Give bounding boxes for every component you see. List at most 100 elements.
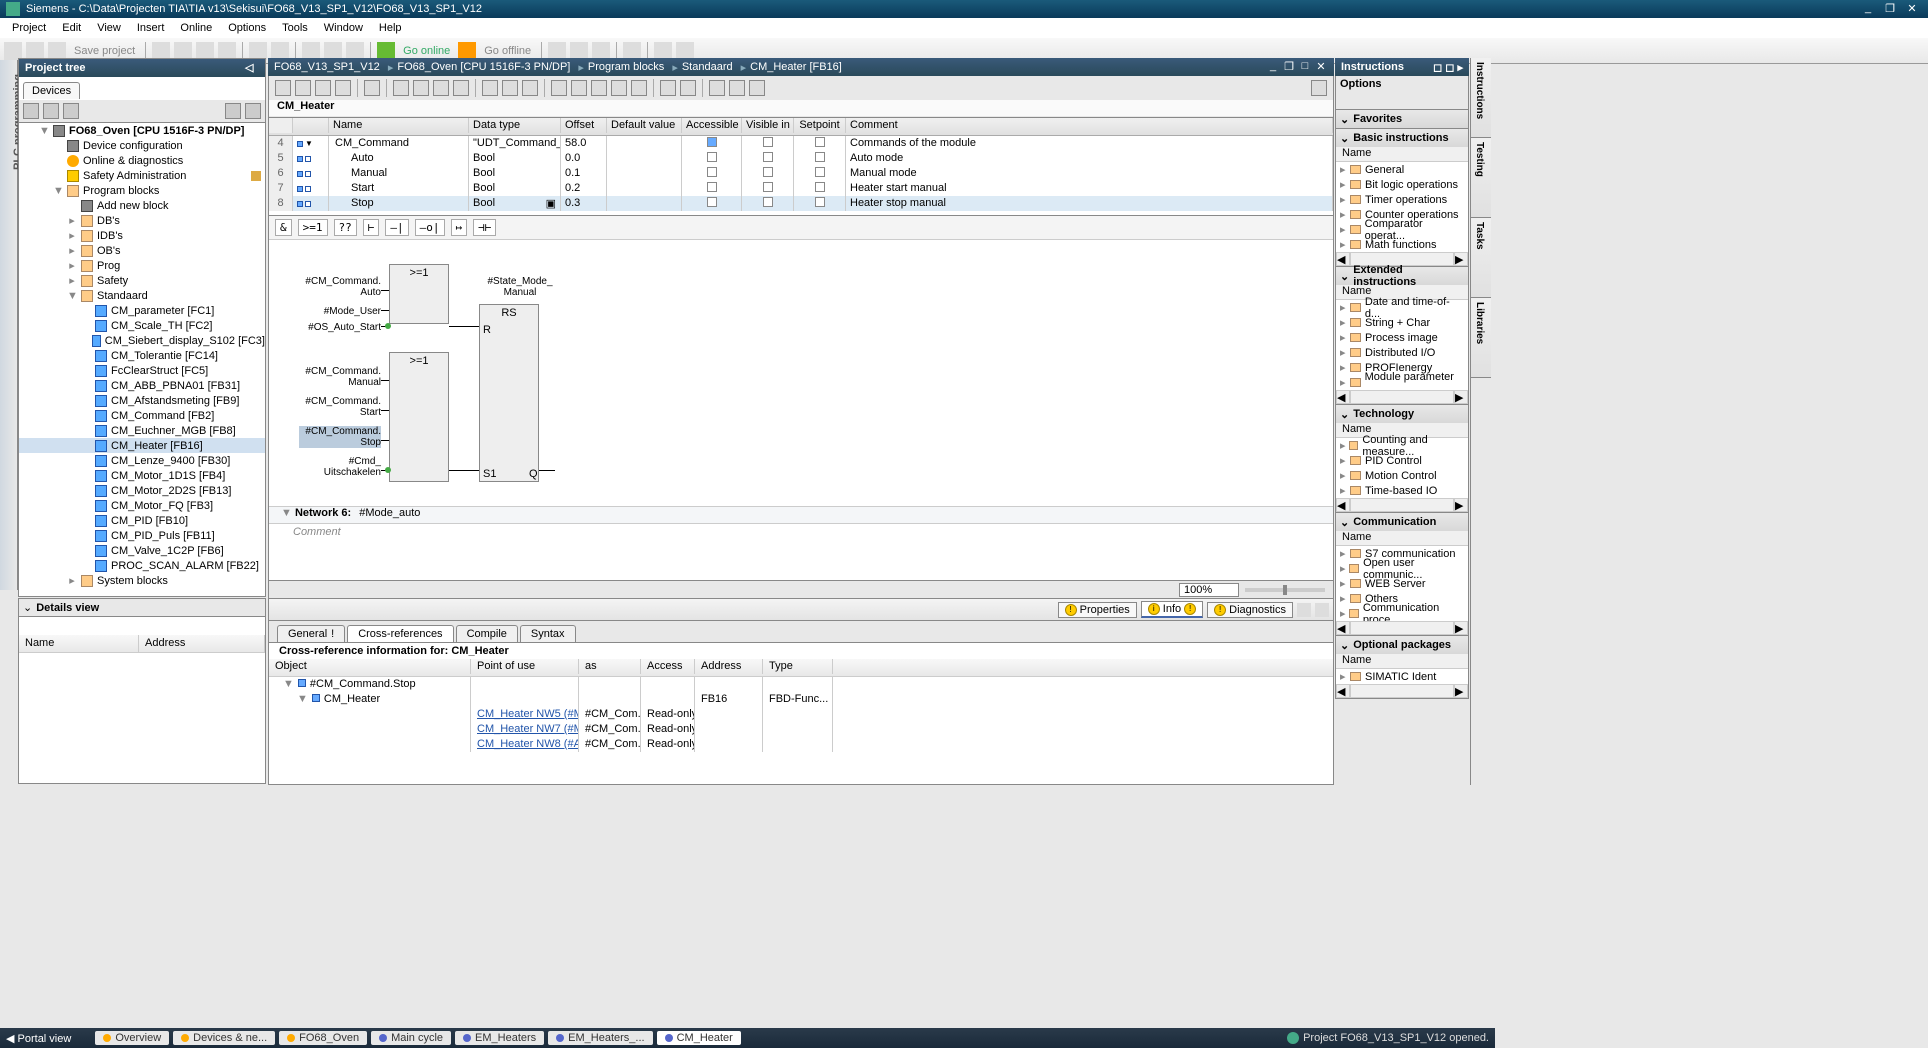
instr-section-header[interactable]: ⌄Optional packages — [1336, 636, 1468, 654]
editor-float-icon[interactable]: ❐ — [1282, 60, 1296, 74]
xref-row[interactable]: CM_Heater NW5 (#Mod...#CM_Com...Read-onl… — [269, 707, 1333, 722]
restore-button[interactable]: ❐ — [1880, 2, 1900, 16]
iface-row[interactable]: 8StopBool ▣0.3Heater stop manual — [269, 196, 1333, 211]
options-section[interactable]: Options — [1335, 76, 1469, 110]
tree-item[interactable]: CM_Scale_TH [FC2] — [19, 318, 265, 333]
properties-button[interactable]: !Properties — [1058, 602, 1137, 618]
ed-btn-8[interactable] — [433, 80, 449, 96]
sig-stop-selected[interactable]: #CM_Command. Stop — [299, 426, 381, 448]
ed-btn-21[interactable] — [729, 80, 745, 96]
menu-online[interactable]: Online — [172, 22, 220, 34]
tree-view2-icon[interactable] — [245, 103, 261, 119]
ed-btn-9[interactable] — [453, 80, 469, 96]
paste-icon[interactable] — [196, 42, 214, 60]
download-icon[interactable] — [324, 42, 342, 60]
instr-item[interactable]: ▸Timer operations — [1336, 192, 1468, 207]
status-tab[interactable]: FO68_Oven — [279, 1031, 367, 1045]
status-tab[interactable]: EM_Heaters_... — [548, 1031, 652, 1045]
tree-item[interactable]: CM_Lenze_9400 [FB30] — [19, 453, 265, 468]
sig-auto[interactable]: #CM_Command. Auto — [269, 276, 381, 298]
ed-btn-17[interactable] — [631, 80, 647, 96]
bc-3[interactable]: Standaard — [682, 61, 733, 73]
iface-row[interactable]: 6ManualBool0.1Manual mode — [269, 166, 1333, 181]
tree-item[interactable]: CM_Motor_FQ [FB3] — [19, 498, 265, 513]
zoom-slider[interactable] — [1245, 588, 1325, 592]
layout2-icon[interactable] — [676, 42, 694, 60]
cross-ref-icon[interactable] — [570, 42, 588, 60]
ed-btn-1[interactable] — [275, 80, 291, 96]
ed-btn-7[interactable] — [413, 80, 429, 96]
menu-view[interactable]: View — [89, 22, 129, 34]
tree-item[interactable]: ▼Program blocks — [19, 183, 265, 198]
tree-item[interactable]: CM_Tolerantie [FC14] — [19, 348, 265, 363]
tree-item[interactable]: ▸OB's — [19, 243, 265, 258]
bc-2[interactable]: Program blocks — [588, 61, 664, 73]
instr-item[interactable]: ▸Module parameter ... — [1336, 375, 1468, 390]
tree-item[interactable]: CM_PID_Puls [FB11] — [19, 528, 265, 543]
instr-section-header[interactable]: ⌄Basic instructions — [1336, 129, 1468, 147]
vtab-testing[interactable]: Testing — [1471, 138, 1491, 218]
tree-item[interactable]: CM_Euchner_MGB [FB8] — [19, 423, 265, 438]
sig-out[interactable]: #State_Mode_ Manual — [475, 276, 565, 298]
network-6-header[interactable]: ▼ Network 6:#Mode_auto — [269, 506, 1333, 524]
instr-section-header[interactable]: ⌄Technology — [1336, 405, 1468, 423]
copy-icon[interactable] — [174, 42, 192, 60]
instr-item[interactable]: ▸SIMATIC Ident — [1336, 669, 1468, 684]
instr-item[interactable]: ▸Counting and measure... — [1336, 438, 1468, 453]
left-vertical-tab[interactable]: PLC programming — [0, 60, 18, 590]
instr-item[interactable]: ▸String + Char — [1336, 315, 1468, 330]
ed-btn-13[interactable] — [551, 80, 567, 96]
tree-item[interactable]: CM_PID [FB10] — [19, 513, 265, 528]
iface-row[interactable]: 5AutoBool0.0Auto mode — [269, 151, 1333, 166]
status-tab[interactable]: Devices & ne... — [173, 1031, 275, 1045]
ed-btn-3[interactable] — [315, 80, 331, 96]
go-online-icon[interactable] — [377, 42, 395, 60]
fbd-canvas[interactable]: >=1 >=1 RS R S1 Q #CM_Command. Auto #Mod… — [269, 240, 1333, 580]
status-tab[interactable]: CM_Heater — [657, 1031, 741, 1045]
tree-item[interactable]: Safety Administration — [19, 168, 265, 183]
bc-4[interactable]: CM_Heater [FB16] — [750, 61, 842, 73]
close-button[interactable]: ✕ — [1902, 2, 1922, 16]
info-button[interactable]: iInfo! — [1141, 601, 1203, 618]
tree-item[interactable]: CM_Siebert_display_S102 [FC3] — [19, 333, 265, 348]
vtab-libraries[interactable]: Libraries — [1471, 298, 1491, 378]
ed-btn-18[interactable] — [660, 80, 676, 96]
instr-item[interactable]: ▸WEB Server — [1336, 576, 1468, 591]
tree-item[interactable]: FcClearStruct [FC5] — [19, 363, 265, 378]
xref-row[interactable]: ▼#CM_Command.Stop — [269, 677, 1333, 692]
tree-item[interactable]: CM_Valve_1C2P [FB6] — [19, 543, 265, 558]
tree-btn2-icon[interactable] — [43, 103, 59, 119]
go-offline-label[interactable]: Go offline — [484, 45, 531, 57]
instr-item[interactable]: ▸Process image — [1336, 330, 1468, 345]
menu-help[interactable]: Help — [371, 22, 410, 34]
tab-cross-references[interactable]: Cross-references — [347, 625, 453, 642]
insp-btn1[interactable] — [1297, 603, 1311, 617]
ed-btn-12[interactable] — [522, 80, 538, 96]
menu-project[interactable]: Project — [4, 22, 54, 34]
xref-table[interactable]: Object Point of use as Access Address Ty… — [269, 659, 1333, 752]
iface-row[interactable]: 7StartBool0.2Heater start manual — [269, 181, 1333, 196]
minimize-button[interactable]: _ — [1858, 2, 1878, 16]
ed-btn-20[interactable] — [709, 80, 725, 96]
instr-item[interactable]: ▸Bit logic operations — [1336, 177, 1468, 192]
sig-manual[interactable]: #CM_Command. Manual — [269, 366, 381, 388]
ed-btn-14[interactable] — [571, 80, 587, 96]
sig-mode-user[interactable]: #Mode_User — [269, 306, 381, 317]
fbd-op-branch[interactable]: ⊣⊢ — [473, 219, 496, 236]
editor-max-icon[interactable]: □ — [1298, 60, 1312, 74]
menu-insert[interactable]: Insert — [129, 22, 173, 34]
sig-uitschakelen[interactable]: #Cmd_ Uitschakelen — [269, 456, 381, 478]
tree-item[interactable]: CM_Heater [FB16] — [19, 438, 265, 453]
tree-item[interactable]: ▸Prog — [19, 258, 265, 273]
tree-item[interactable]: CM_Command [FB2] — [19, 408, 265, 423]
cut-icon[interactable] — [152, 42, 170, 60]
status-tab[interactable]: Overview — [95, 1031, 169, 1045]
tree-item[interactable]: Device configuration — [19, 138, 265, 153]
fbd-op-ge1[interactable]: >=1 — [298, 219, 328, 236]
instr-item[interactable]: ▸Math functions — [1336, 237, 1468, 252]
new-project-icon[interactable] — [4, 42, 22, 60]
tree-view1-icon[interactable] — [225, 103, 241, 119]
menu-options[interactable]: Options — [220, 22, 274, 34]
tree-btn3-icon[interactable] — [63, 103, 79, 119]
go-online-label[interactable]: Go online — [403, 45, 450, 57]
